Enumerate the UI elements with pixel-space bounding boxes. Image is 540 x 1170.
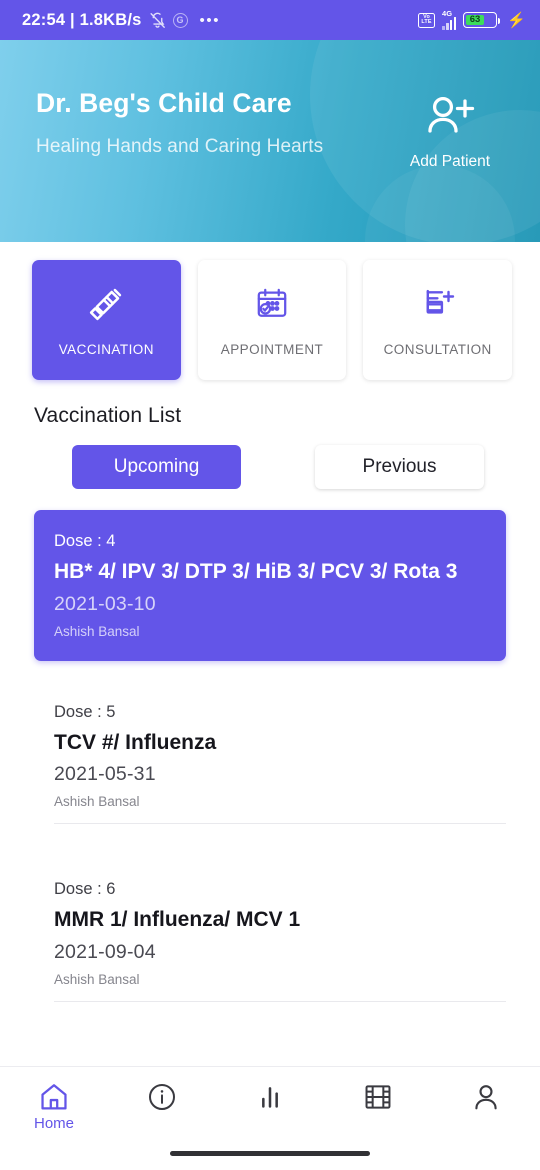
person-icon: [475, 1085, 497, 1110]
home-icon: [41, 1084, 67, 1110]
item-vaccine-name: TCV #/ Influenza: [54, 730, 217, 754]
charging-icon: ⚡: [507, 12, 526, 29]
item-date: 2021-03-10: [54, 592, 156, 615]
network-type-label: 4G: [442, 8, 453, 18]
battery-percent: 63: [465, 14, 485, 26]
syringe-icon: [87, 283, 125, 325]
category-card-vaccination[interactable]: VACCINATION: [32, 260, 181, 380]
category-label-vaccination: VACCINATION: [58, 342, 154, 357]
tab-upcoming-label: Upcoming: [113, 456, 200, 477]
list-divider: [54, 823, 506, 825]
item-dose: Dose : 5: [54, 702, 116, 721]
category-card-row: VACCINATION APPOINTMENT CONSULTATION: [0, 242, 540, 380]
category-label-consultation: CONSULTATION: [383, 342, 492, 357]
item-person: Ashish Bansal: [54, 971, 140, 987]
list-item[interactable]: Dose : 4 HB* 4/ IPV 3/ DTP 3/ HiB 3/ PCV…: [34, 510, 506, 661]
tab-previous[interactable]: Previous: [315, 445, 484, 489]
status-clock-and-speed: 22:54 | 1.8KB/s: [22, 10, 142, 29]
item-dose: Dose : 6: [54, 880, 116, 899]
nav-item-media[interactable]: [324, 1081, 432, 1113]
bar-chart-icon: [262, 1087, 278, 1108]
item-dose: Dose : 4: [54, 532, 116, 550]
app-header: Dr. Beg's Child Care Healing Hands and C…: [0, 40, 540, 242]
list-item[interactable]: Dose : 6 MMR 1/ Influenza/ MCV 1 2021-09…: [34, 862, 506, 1016]
volte-bottom: LTE: [421, 18, 432, 25]
clinic-tagline: Healing Hands and Caring Hearts: [36, 136, 324, 157]
document-plus-icon: [420, 283, 456, 325]
category-card-consultation[interactable]: CONSULTATION: [363, 260, 513, 380]
person-plus-icon: [428, 96, 475, 133]
battery-icon: 63: [463, 12, 501, 28]
category-label-appointment: APPOINTMENT: [220, 342, 324, 357]
nav-label-home: Home: [33, 1115, 74, 1132]
nav-item-info[interactable]: [108, 1081, 216, 1113]
nav-item-home[interactable]: Home: [0, 1081, 108, 1132]
volte-icon: Vo LTE: [418, 12, 436, 28]
add-patient-button[interactable]: Add Patient: [390, 88, 510, 171]
list-filter-tabs: Upcoming Previous: [0, 428, 540, 489]
list-item[interactable]: Dose : 5 TCV #/ Influenza 2021-05-31 Ash…: [34, 685, 506, 839]
tab-previous-label: Previous: [362, 456, 437, 477]
nav-item-profile[interactable]: [432, 1081, 540, 1113]
clinic-name: Dr. Beg's Child Care: [36, 88, 292, 118]
vaccination-list: Dose : 4 HB* 4/ IPV 3/ DTP 3/ HiB 3/ PCV…: [0, 489, 540, 1016]
item-person: Ashish Bansal: [54, 794, 140, 810]
g-badge-icon: G: [172, 12, 188, 28]
item-person: Ashish Bansal: [54, 623, 140, 639]
category-card-appointment[interactable]: APPOINTMENT: [197, 260, 347, 380]
nav-item-stats[interactable]: [216, 1081, 324, 1113]
status-bar: 22:54 | 1.8KB/s G ••• Vo LTE 4G 63 ⚡: [0, 0, 540, 40]
signal-icon: 4G: [442, 8, 457, 30]
item-vaccine-name: HB* 4/ IPV 3/ DTP 3/ HiB 3/ PCV 3/ Rota …: [54, 560, 458, 583]
item-date: 2021-05-31: [54, 763, 156, 786]
film-icon: [365, 1085, 391, 1109]
status-bar-right: Vo LTE 4G 63 ⚡: [418, 8, 526, 30]
list-divider: [54, 1000, 506, 1002]
bell-muted-icon: [149, 12, 165, 28]
item-date: 2021-09-04: [54, 940, 156, 963]
calendar-check-icon: [254, 283, 290, 325]
info-icon: [149, 1084, 175, 1110]
page-title: Vaccination List: [34, 404, 182, 427]
tab-upcoming[interactable]: Upcoming: [72, 445, 241, 489]
add-patient-label: Add Patient: [409, 153, 491, 170]
gesture-handle-bar[interactable]: [170, 1151, 370, 1156]
item-vaccine-name: MMR 1/ Influenza/ MCV 1: [54, 908, 301, 932]
bottom-navigation-bar: Home: [0, 1066, 540, 1170]
status-bar-left: 22:54 | 1.8KB/s G •••: [22, 11, 418, 30]
status-overflow-dots: •••: [199, 11, 221, 29]
